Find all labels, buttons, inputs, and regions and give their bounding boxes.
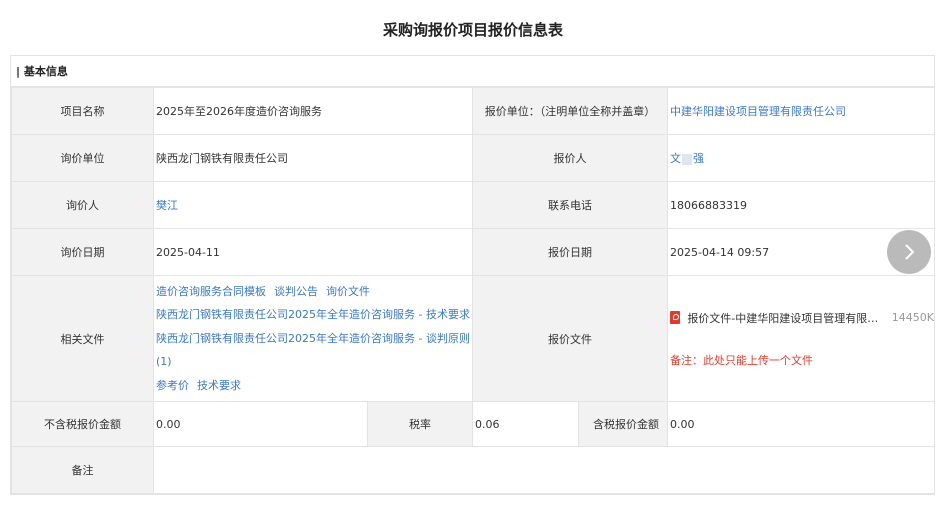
table-row: 询价日期 2025-04-11 报价日期 2025-04-14 09:57 bbox=[11, 228, 934, 276]
page-title: 采购询报价项目报价信息表 bbox=[382, 21, 563, 39]
doc-link-tech-requirements[interactable]: 技术要求 bbox=[197, 379, 241, 392]
quote-file-label: 报价文件 bbox=[472, 275, 668, 402]
pdf-file-icon bbox=[670, 311, 681, 324]
related-docs-line: (1) bbox=[156, 350, 472, 374]
quote-unit-cell: 中建华阳建设项目管理有限责任公司 bbox=[667, 87, 934, 135]
next-button[interactable] bbox=[887, 230, 931, 274]
quoter-link[interactable]: 文强 bbox=[670, 152, 704, 165]
quoter-name-end: 强 bbox=[693, 152, 704, 165]
doc-link-negotiation-notice[interactable]: 谈判公告 bbox=[274, 285, 318, 298]
related-docs-line: 陕西龙门钢铁有限责任公司2025年全年造价咨询服务 - 技术要求 bbox=[156, 303, 472, 327]
untaxed-amount-value: 0.00 bbox=[153, 401, 368, 447]
untaxed-amount-label: 不含税报价金额 bbox=[11, 401, 154, 447]
related-docs-line: 陕西龙门钢铁有限责任公司2025年全年造价咨询服务 - 谈判原则 bbox=[156, 327, 472, 351]
quote-date-label: 报价日期 bbox=[472, 228, 668, 276]
section-header-basic-info: | 基本信息 bbox=[11, 56, 934, 87]
quoter-label: 报价人 bbox=[472, 134, 668, 182]
inquiry-date-label: 询价日期 bbox=[11, 228, 154, 276]
quote-file-size: 14450K bbox=[891, 311, 934, 324]
doc-link-negotiation-principles[interactable]: 陕西龙门钢铁有限责任公司2025年全年造价咨询服务 - 谈判原则 bbox=[156, 332, 470, 345]
table-row: 备注 bbox=[11, 446, 934, 494]
quote-file-cell: 报价文件-中建华阳建设项目管理有限责任公司 14450K 备注：此处只能上传一个… bbox=[667, 275, 934, 402]
quote-file-item[interactable]: 报价文件-中建华阳建设项目管理有限责任公司 14450K bbox=[670, 310, 934, 326]
taxed-amount-label: 含税报价金额 bbox=[578, 401, 668, 447]
inquirer-link[interactable]: 樊江 bbox=[156, 199, 178, 212]
table-row: 不含税报价金额 0.00 税率 0.06 含税报价金额 0.00 bbox=[11, 401, 934, 447]
inquiry-unit-label: 询价单位 bbox=[11, 134, 154, 182]
doc-link-negotiation-principles-suffix[interactable]: (1) bbox=[156, 355, 172, 368]
doc-link-reference-price[interactable]: 参考价 bbox=[156, 379, 189, 392]
doc-link-contract-template[interactable]: 造价咨询服务合同模板 bbox=[156, 285, 266, 298]
related-docs-label: 相关文件 bbox=[11, 275, 154, 402]
table-row: 询价人 樊江 联系电话 18066883319 bbox=[11, 181, 934, 229]
contact-value: 18066883319 bbox=[667, 181, 934, 229]
inquirer-label: 询价人 bbox=[11, 181, 154, 229]
related-docs-cell: 造价咨询服务合同模板 谈判公告 询价文件 陕西龙门钢铁有限责任公司2025年全年造价… bbox=[153, 275, 473, 402]
chevron-right-icon bbox=[905, 244, 915, 260]
quoter-cell: 文强 bbox=[667, 134, 934, 182]
contact-label: 联系电话 bbox=[472, 181, 668, 229]
inquirer-cell: 樊江 bbox=[153, 181, 473, 229]
inquiry-date-value: 2025-04-11 bbox=[153, 228, 473, 276]
remarks-value bbox=[153, 446, 934, 494]
doc-link-tech-requirements-full[interactable]: 陕西龙门钢铁有限责任公司2025年全年造价咨询服务 - 技术要求 bbox=[156, 308, 470, 321]
info-card: | 基本信息 项目名称 2025年至2026年度造价咨询服务 报价单位：（注明单… bbox=[10, 55, 935, 495]
taxed-amount-value: 0.00 bbox=[667, 401, 934, 447]
quote-unit-label: 报价单位：（注明单位全称并盖章） bbox=[472, 87, 668, 135]
tax-rate-label: 税率 bbox=[367, 401, 473, 447]
inquiry-unit-value: 陕西龙门钢铁有限责任公司 bbox=[153, 134, 473, 182]
quote-file-name[interactable]: 报价文件-中建华阳建设项目管理有限责任公司 bbox=[687, 310, 879, 326]
table-row: 询价单位 陕西龙门钢铁有限责任公司 报价人 文强 bbox=[11, 134, 934, 182]
quote-file-note: 备注：此处只能上传一个文件 bbox=[670, 353, 813, 367]
tax-rate-value: 0.06 bbox=[472, 401, 579, 447]
remarks-label: 备注 bbox=[11, 446, 154, 494]
redacted-mask bbox=[682, 153, 692, 165]
doc-link-inquiry-file[interactable]: 询价文件 bbox=[326, 285, 370, 298]
related-docs-line: 造价咨询服务合同模板 谈判公告 询价文件 bbox=[156, 280, 472, 304]
project-name-value: 2025年至2026年度造价咨询服务 bbox=[153, 87, 473, 135]
related-docs-line: 参考价 技术要求 bbox=[156, 374, 472, 398]
project-name-label: 项目名称 bbox=[11, 87, 154, 135]
quoter-name-start: 文 bbox=[670, 152, 681, 165]
quote-unit-link[interactable]: 中建华阳建设项目管理有限责任公司 bbox=[670, 105, 846, 118]
quote-info-table: 项目名称 2025年至2026年度造价咨询服务 报价单位：（注明单位全称并盖章）… bbox=[11, 87, 934, 494]
table-row: 相关文件 造价咨询服务合同模板 谈判公告 询价文件 陕西龙门钢铁有限责任公司2025… bbox=[11, 275, 934, 402]
table-row: 项目名称 2025年至2026年度造价咨询服务 报价单位：（注明单位全称并盖章）… bbox=[11, 87, 934, 135]
